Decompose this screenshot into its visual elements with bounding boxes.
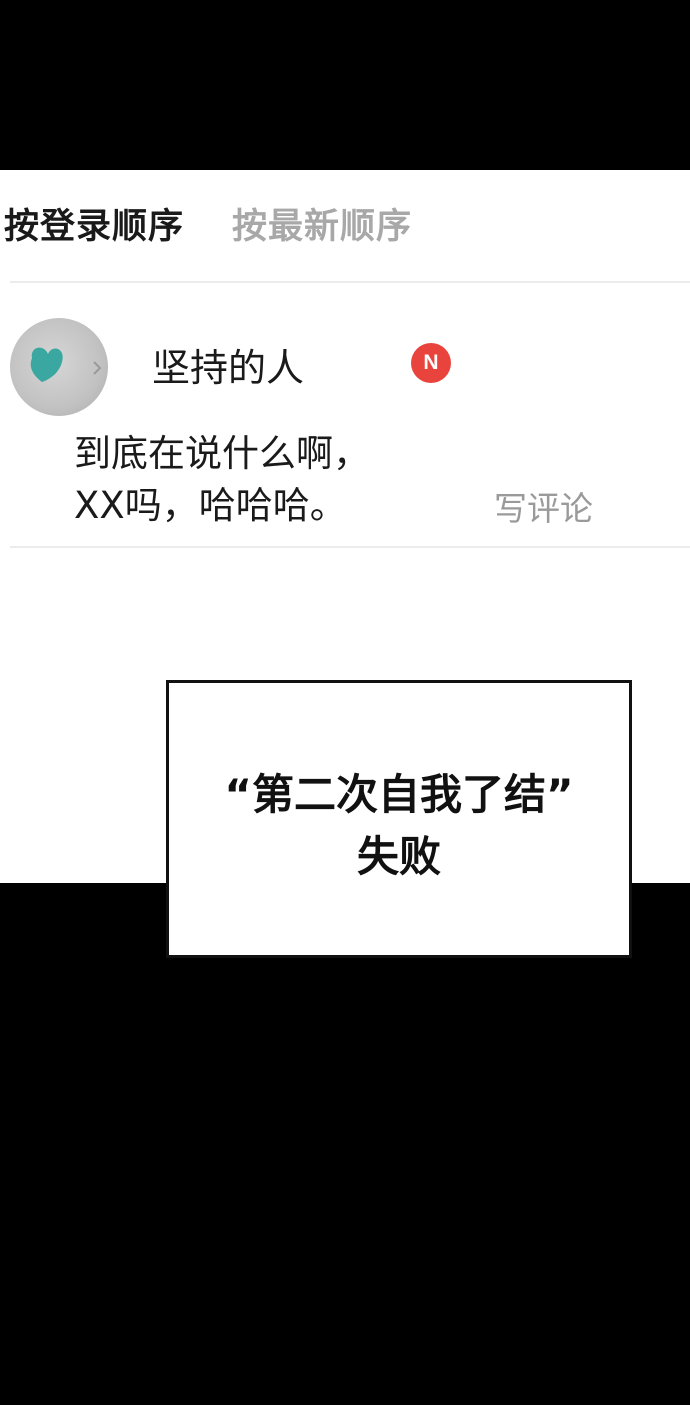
comment-body: 到底在说什么啊， XX吗，哈哈哈。 <box>74 428 370 532</box>
caption-line: 失败 <box>356 832 441 881</box>
comment-line: 到底在说什么啊， <box>74 432 370 475</box>
divider <box>10 546 690 548</box>
new-badge: N <box>411 343 451 383</box>
comment-username[interactable]: 坚持的人 <box>152 340 304 396</box>
avatar-heart-icon <box>30 347 102 382</box>
caption-line: “第二次自我了结” <box>224 770 574 819</box>
top-black-band <box>0 0 690 170</box>
tab-sort-by-newest[interactable]: 按最新顺序 <box>232 200 412 254</box>
comic-page: 按登录顺序 按最新顺序 坚持的人 N 到底在说什么啊， XX吗，哈哈哈。 写评论… <box>0 0 690 1405</box>
avatar[interactable] <box>10 318 108 416</box>
tab-sort-by-login[interactable]: 按登录顺序 <box>4 200 184 254</box>
comment-line: XX吗，哈哈哈。 <box>74 484 347 527</box>
narration-caption-box: “第二次自我了结” 失败 <box>166 680 632 958</box>
write-comment-button[interactable]: 写评论 <box>494 484 593 534</box>
divider <box>10 281 690 283</box>
